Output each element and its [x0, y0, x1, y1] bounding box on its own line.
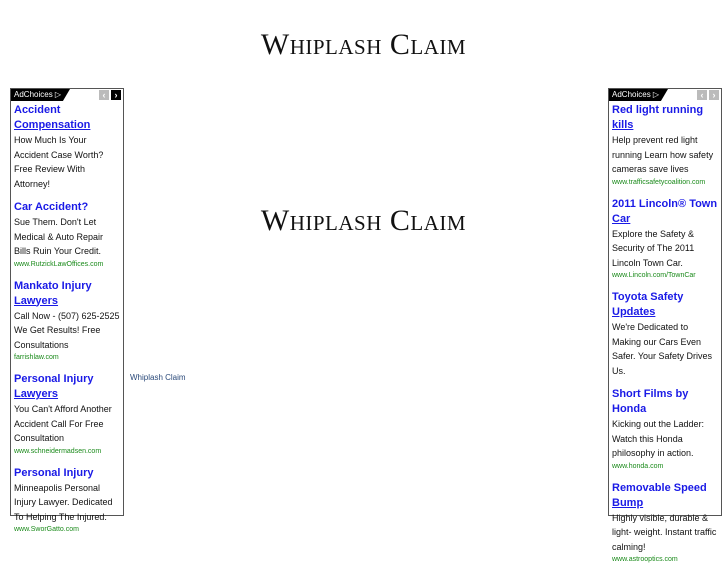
ad-url[interactable]: www.SworGatto.com — [14, 524, 120, 535]
ad-title-link[interactable]: 2011 Lincoln® Town Car — [612, 197, 718, 227]
chevron-right-icon[interactable]: › — [111, 90, 121, 100]
ad-title-link[interactable]: Personal Injury — [14, 466, 120, 481]
chevron-right-icon[interactable]: › — [709, 90, 719, 100]
chevron-left-icon[interactable]: ‹ — [99, 90, 109, 100]
whiplash-claim-link[interactable]: Whiplash Claim — [130, 373, 186, 382]
ad-header: AdChoices ▷ ‹ › — [609, 89, 721, 102]
ad-title-line1: Short Films by Honda — [612, 388, 688, 415]
ad-title-line2: Lawyers — [14, 388, 58, 400]
adchoices-badge[interactable]: AdChoices ▷ — [609, 89, 668, 101]
ad-title-link[interactable]: Accident Compensation — [14, 103, 120, 133]
ad-item: Personal Injury Lawyers You Can't Afford A… — [14, 372, 120, 457]
ad-item: Red light running kills Help prevent red l… — [612, 103, 718, 188]
ad-title-link[interactable]: Short Films by Honda — [612, 387, 718, 417]
ad-description: You Can't Afford Another Accident Call F… — [14, 402, 120, 446]
ad-title-line2: Updates — [612, 306, 655, 318]
ad-description: Minneapolis Personal Injury Lawyer. Dedi… — [14, 481, 120, 525]
ad-title-line2: Compensation — [14, 119, 90, 131]
chevron-left-icon[interactable]: ‹ — [697, 90, 707, 100]
ad-description: Call Now - (507) 625-2525 We Get Results… — [14, 309, 120, 353]
ad-item: Personal Injury Minneapolis Personal Inju… — [14, 466, 120, 536]
ad-title-line1: Removable Speed — [612, 482, 707, 494]
ad-description: Highly visible, durable & light- weight.… — [612, 511, 718, 555]
ad-item: Short Films by HondaKicking out the Ladd… — [612, 387, 718, 472]
ad-title-link[interactable]: Mankato Injury Lawyers — [14, 279, 120, 309]
ad-title-line1: 2011 Lincoln® Town — [612, 198, 717, 210]
ad-title-link[interactable]: Removable Speed Bump — [612, 481, 718, 511]
ad-title-line2: Lawyers — [14, 295, 58, 307]
adchoices-badge[interactable]: AdChoices ▷ — [11, 89, 70, 101]
ad-title-line1: Mankato Injury — [14, 280, 92, 292]
ad-item: Car Accident? Sue Them. Don't Let Medical… — [14, 200, 120, 270]
ad-description: Help prevent red light running Learn how… — [612, 133, 718, 177]
ad-description: Explore the Safety & Security of The 201… — [612, 227, 718, 271]
ad-title-line2: kills — [612, 119, 633, 131]
ad-url[interactable]: www.trafficsafetycoalition.com — [612, 177, 718, 188]
ad-panel-left: AdChoices ▷ ‹ › Accident Compensation How … — [10, 88, 124, 516]
ad-url[interactable]: www.RutzickLawOffices.com — [14, 259, 120, 270]
ad-title-link[interactable]: Red light running kills — [612, 103, 718, 133]
ad-title-link[interactable]: Toyota Safety Updates — [612, 290, 718, 320]
ad-title-link[interactable]: Car Accident? — [14, 200, 120, 215]
ad-url[interactable]: farrishlaw.com — [14, 352, 120, 363]
ad-item: Accident Compensation How Much Is Your Acc… — [14, 103, 120, 191]
ad-title-line1: Red light running — [612, 104, 703, 116]
ad-url[interactable]: www.schneidermadsen.com — [14, 446, 120, 457]
ad-url[interactable]: www.Lincoln.com/TownCar — [612, 270, 718, 281]
ad-header: AdChoices ▷ ‹ › — [11, 89, 123, 102]
ad-item: 2011 Lincoln® Town Car Explore the Safety … — [612, 197, 718, 282]
site-title: Whiplash Claim — [0, 28, 727, 62]
ad-url[interactable]: www.astrooptics.com — [612, 554, 718, 565]
ad-title-line1: Personal Injury — [14, 467, 93, 479]
ad-title-line1: Toyota Safety — [612, 291, 683, 303]
ad-title-line1: Accident — [14, 104, 60, 116]
ad-title-line1: Personal Injury — [14, 373, 93, 385]
ad-title-line2: Bump — [612, 497, 643, 509]
ad-item: Mankato Injury Lawyers Call Now - (507) 62… — [14, 279, 120, 364]
ad-list: Accident Compensation How Much Is Your Acc… — [11, 102, 123, 535]
ad-item: Toyota Safety Updates We're Dedicated to M… — [612, 290, 718, 378]
ad-description: How Much Is Your Accident Case Worth? Fr… — [14, 133, 120, 191]
ad-title-line1: Car Accident? — [14, 201, 88, 213]
ad-item: Removable Speed Bump Highly visible, durab… — [612, 481, 718, 565]
ad-description: We're Dedicated to Making our Cars Even … — [612, 320, 718, 378]
ad-url[interactable]: www.honda.com — [612, 461, 718, 472]
ad-list: Red light running kills Help prevent red l… — [609, 102, 721, 565]
ad-description: Sue Them. Don't Let Medical & Auto Repai… — [14, 215, 120, 259]
ad-title-link[interactable]: Personal Injury Lawyers — [14, 372, 120, 402]
ad-panel-right: AdChoices ▷ ‹ › Red light running kills He… — [608, 88, 722, 516]
ad-title-line2: Car — [612, 213, 630, 225]
ad-description: Kicking out the Ladder: Watch this Honda… — [612, 417, 718, 461]
